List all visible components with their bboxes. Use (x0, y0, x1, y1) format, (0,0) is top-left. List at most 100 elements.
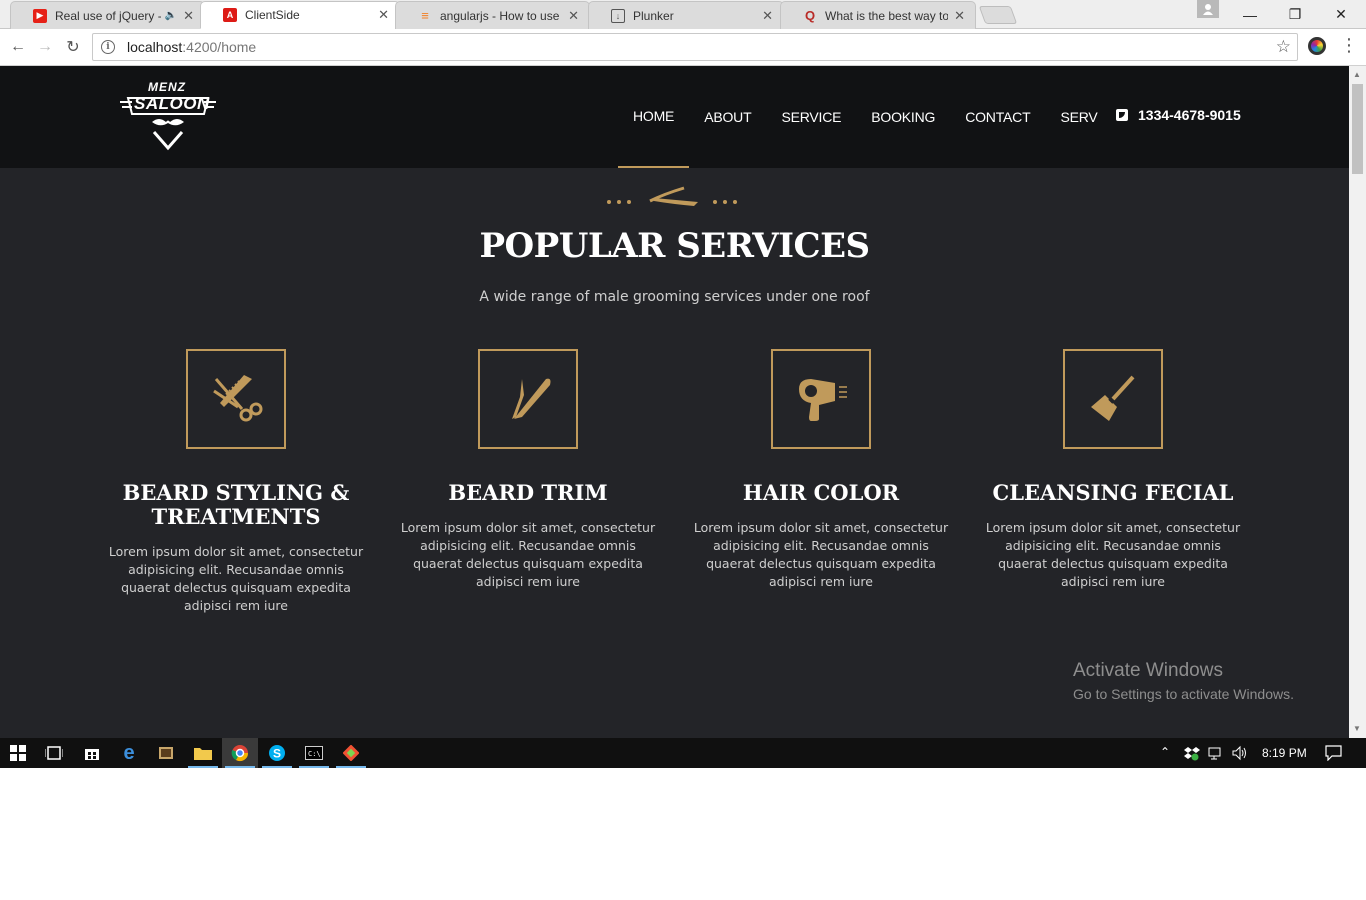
speaker-icon[interactable]: 🔈 (165, 10, 177, 21)
tab-clientside[interactable]: A ClientSide ✕ (200, 1, 400, 29)
service-description: Lorem ipsum dolor sit amet, consectetur … (108, 544, 364, 613)
scissors-comb-icon (213, 375, 263, 422)
action-center-icon[interactable] (1325, 745, 1342, 764)
service-card: BEARD TRIM Lorem ipsum dolor sit amet, c… (393, 349, 663, 591)
service-icon-box[interactable] (186, 349, 286, 449)
close-tab-icon[interactable]: ✕ (183, 8, 194, 24)
plunker-icon: ↓ (611, 8, 625, 23)
service-card: CLEANSING FECIAL Lorem ipsum dolor sit a… (978, 349, 1248, 591)
new-tab-button[interactable] (978, 6, 1018, 24)
close-tab-icon[interactable]: ✕ (568, 8, 579, 24)
main-nav: HOME ABOUT SERVICE BOOKING CONTACT SERV (618, 66, 1113, 168)
watermark-title: Activate Windows (1073, 660, 1223, 681)
dye-brush-icon (1091, 375, 1135, 421)
service-description: Lorem ipsum dolor sit amet, consectetur … (985, 520, 1241, 589)
scroll-down-icon[interactable]: ▼ (1353, 724, 1361, 733)
phone-number: 1334-4678-9015 (1138, 107, 1241, 123)
nav-contact[interactable]: CONTACT (950, 66, 1045, 168)
info-icon[interactable]: i (101, 40, 115, 54)
scrollbar-thumb[interactable] (1352, 84, 1363, 174)
tab-quora[interactable]: Q What is the best way to i ✕ (780, 1, 976, 29)
browser-toolbar: ← → ↻ i localhost:4200/home ☆ ⋮ (0, 29, 1366, 66)
network-icon[interactable] (1208, 745, 1224, 764)
svg-text:S: S (273, 747, 281, 761)
restore-button[interactable]: ❐ (1272, 0, 1318, 29)
section-title-light: POPULAR (479, 226, 665, 266)
web-page: MENZ SALOON HOME ABOUT SERVICE BOOKING C… (0, 66, 1349, 738)
url-text: localhost:4200/home (127, 39, 256, 55)
git-icon[interactable] (333, 738, 369, 768)
straight-razor-icon (512, 378, 551, 419)
close-tab-icon[interactable]: ✕ (762, 8, 773, 24)
browser-menu-icon[interactable]: ⋮ (1340, 35, 1358, 56)
command-prompt-icon[interactable]: C:\ (296, 738, 332, 768)
scroll-up-icon[interactable]: ▲ (1353, 70, 1361, 79)
address-bar[interactable]: i localhost:4200/home ☆ (92, 33, 1298, 61)
browser-tab-strip: ▶ Real use of jQuery - F 🔈 ✕ A ClientSid… (0, 0, 1366, 29)
hair-dryer-icon (799, 379, 847, 421)
angular-icon: A (223, 8, 237, 22)
close-tab-icon[interactable]: ✕ (954, 8, 965, 24)
url-host: localhost (127, 39, 183, 55)
edge-icon[interactable]: e (111, 738, 147, 768)
service-description: Lorem ipsum dolor sit amet, consectetur … (400, 520, 656, 589)
service-title: BEARD TRIM (448, 480, 608, 505)
close-window-button[interactable]: ✕ (1318, 0, 1364, 29)
store-icon[interactable] (74, 738, 110, 768)
nav-serv[interactable]: SERV (1045, 66, 1112, 168)
section-title: POPULAR SERVICES (0, 226, 1349, 266)
nav-home[interactable]: HOME (618, 66, 690, 168)
site-header: MENZ SALOON HOME ABOUT SERVICE BOOKING C… (0, 66, 1349, 168)
bookmark-star-icon[interactable]: ☆ (1276, 37, 1291, 57)
dropbox-icon[interactable] (1184, 745, 1200, 764)
service-card: HAIR COLOR Lorem ipsum dolor sit amet, c… (686, 349, 956, 591)
nav-booking[interactable]: BOOKING (856, 66, 950, 168)
show-hidden-icons-icon[interactable]: ⌃ (1160, 745, 1170, 759)
logo-text-saloon: SALOON (134, 94, 210, 113)
site-logo[interactable]: MENZ SALOON (118, 78, 218, 160)
start-icon[interactable] (0, 738, 36, 768)
service-title: HAIR COLOR (742, 480, 900, 505)
skype-icon[interactable]: S (259, 738, 295, 768)
service-card: BEARD STYLING & TREATMENTS Lorem ipsum d… (101, 349, 371, 615)
reload-icon[interactable]: ↻ (63, 37, 83, 57)
file-explorer-icon[interactable] (185, 738, 221, 768)
task-view-icon[interactable] (36, 738, 72, 768)
volume-icon[interactable] (1232, 745, 1248, 764)
service-icon-box[interactable] (478, 349, 578, 449)
service-title: BEARD STYLING & TREATMENTS (122, 480, 350, 529)
youtube-icon: ▶ (33, 8, 47, 23)
service-description: Lorem ipsum dolor sit amet, consectetur … (693, 520, 949, 589)
forward-arrow-icon[interactable]: → (35, 37, 55, 57)
activate-windows-watermark: Activate Windows Go to Settings to activ… (1073, 660, 1294, 702)
close-tab-icon[interactable]: ✕ (378, 7, 389, 23)
stackoverflow-icon: ≡ (421, 8, 429, 23)
logo-text-menz: MENZ (148, 80, 186, 94)
extension-icon[interactable] (1308, 37, 1326, 55)
chrome-icon[interactable] (222, 738, 258, 768)
nav-about[interactable]: ABOUT (689, 66, 766, 168)
phone-icon (1116, 109, 1128, 121)
windows-taskbar: e S C:\ ⌃ 8:19 PM (0, 738, 1366, 768)
razor-divider-icon (607, 186, 737, 206)
screen: ▶ Real use of jQuery - F 🔈 ✕ A ClientSid… (0, 0, 1366, 768)
app-icon[interactable] (148, 738, 184, 768)
profile-icon[interactable] (1197, 0, 1219, 18)
minimize-button[interactable]: — (1227, 0, 1273, 29)
back-arrow-icon[interactable]: ← (8, 37, 28, 57)
tab-plunker[interactable]: ↓ Plunker ✕ (588, 1, 784, 29)
url-path: :4200/home (182, 39, 257, 55)
watermark-subtitle: Go to Settings to activate Windows. (1073, 686, 1294, 702)
page-scrollbar[interactable]: ▲ ▼ (1349, 66, 1366, 738)
svg-text:C:\: C:\ (308, 750, 321, 758)
service-icon-box[interactable] (771, 349, 871, 449)
service-title: CLEANSING FECIAL (992, 480, 1234, 505)
tab-stackoverflow[interactable]: ≡ angularjs - How to use o ✕ (395, 1, 590, 29)
header-phone[interactable]: 1334-4678-9015 (1116, 107, 1241, 123)
service-icon-box[interactable] (1063, 349, 1163, 449)
clock-time[interactable]: 8:19 PM (1262, 746, 1307, 760)
quora-icon: Q (804, 8, 816, 23)
tab-youtube[interactable]: ▶ Real use of jQuery - F 🔈 ✕ (10, 1, 205, 29)
section-title-bold: SERVICES (676, 226, 870, 266)
nav-service[interactable]: SERVICE (766, 66, 856, 168)
